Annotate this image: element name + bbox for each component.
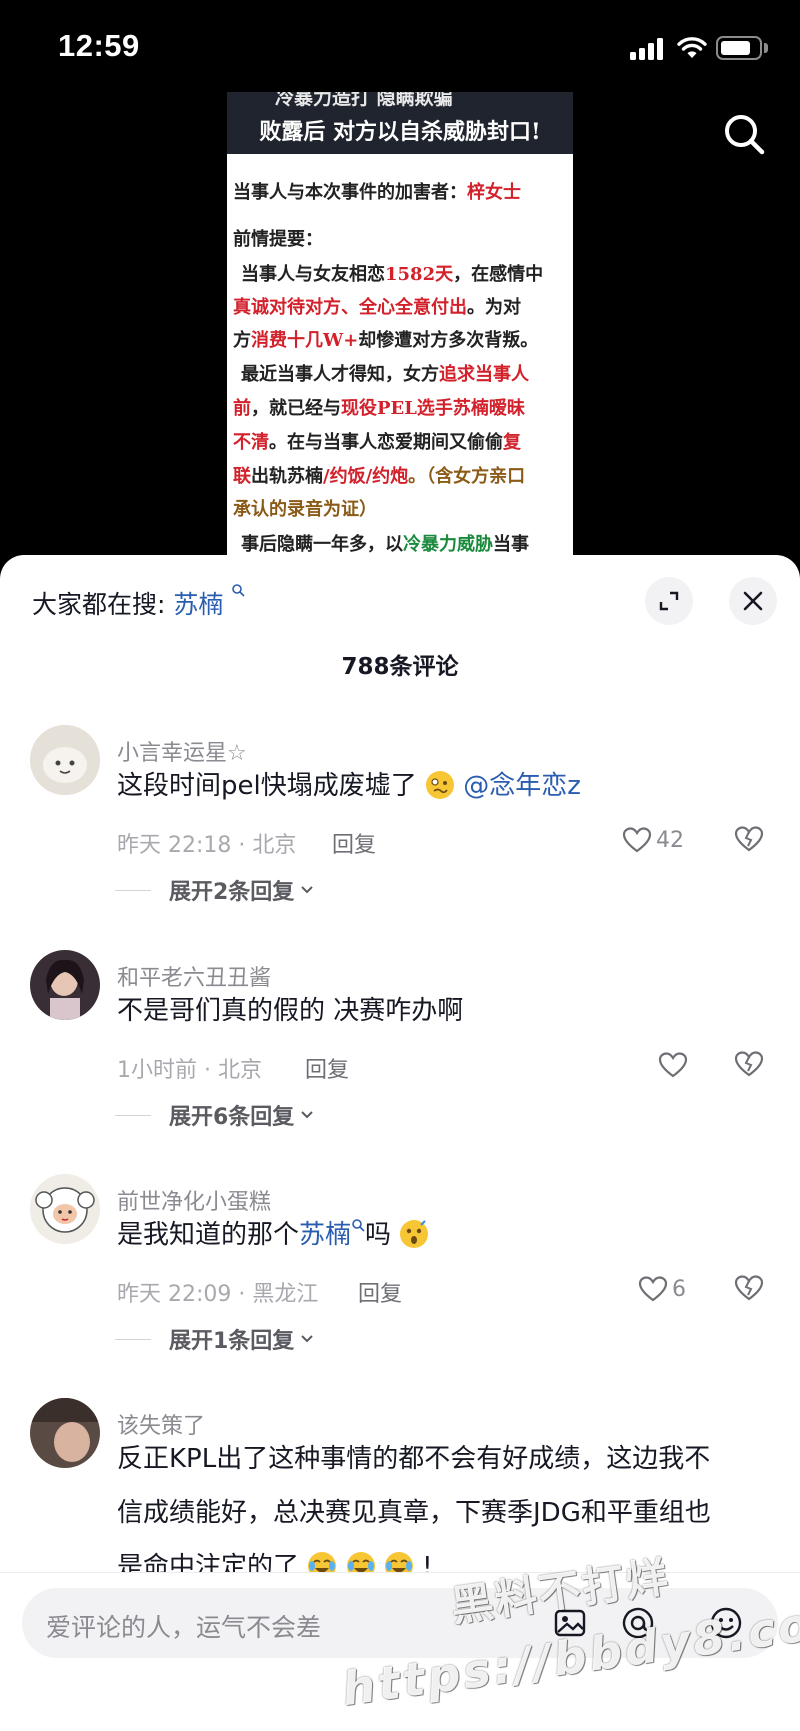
video-text-line: 承认的录音为证） — [233, 499, 377, 520]
chevron-down-icon — [301, 1111, 314, 1119]
video-text-line: 联出轨苏楠/约饭/约炮。（含女方亲口 — [233, 466, 526, 487]
shocked-emoji-icon — [400, 1219, 429, 1248]
video-text-line: 最近当事人才得知，女方追求当事人 — [241, 364, 529, 385]
comment-mention[interactable]: @念年恋z — [463, 771, 581, 801]
chevron-down-icon — [301, 886, 314, 894]
comment-meta: 昨天 22:09 · 黑龙江 — [117, 1282, 319, 1307]
search-icon[interactable] — [720, 110, 768, 158]
chevron-down-icon — [301, 1335, 314, 1343]
video-text-line: 真诚对待对方、全心全意付出。为对 — [233, 297, 521, 318]
search-suggestion[interactable]: 大家都在搜: 苏楠 — [32, 584, 245, 621]
reply-button[interactable]: 回复 — [332, 827, 376, 859]
wifi-icon — [677, 37, 707, 58]
avatar[interactable] — [30, 1398, 100, 1468]
comment-input-placeholder: 爱评论的人，运气不会差 — [46, 1613, 322, 1642]
video-content[interactable]: 冷暴力造打 隐瞒欺骗 败露后 对方以自杀威胁封口! 当事人与本次事件的加害者：梓… — [227, 92, 573, 562]
status-bar: 12:59 — [0, 0, 800, 95]
video-text-line: 不清。在与当事人恋爱期间又偷偷复 — [233, 432, 521, 453]
comment-text: 是我知道的那个苏楠 吗 — [117, 1208, 429, 1262]
heart-icon — [622, 827, 652, 853]
comment-input-bar: 爱评论的人，运气不会差 — [0, 1572, 800, 1731]
heart-icon — [638, 1276, 668, 1302]
search-suggestion-label: 大家都在搜: — [32, 590, 166, 619]
video-header: 冷暴力造打 隐瞒欺骗 败露后 对方以自杀威胁封口! — [227, 92, 573, 154]
heart-icon — [658, 1052, 688, 1078]
battery-level — [721, 41, 750, 55]
video-text-line: 方消费十几W+却惨遭对方多次背叛。 — [233, 330, 539, 351]
comments-sheet: 大家都在搜: 苏楠 788条评论 小言幸运星☆ 这段时间pel快塌成废墟了 @念… — [0, 555, 800, 1731]
video-text-line: 事后隐瞒一年多，以冷暴力威胁当事 — [241, 534, 529, 555]
search-mini-icon — [352, 1219, 365, 1232]
comment-meta: 1小时前 · 北京 — [117, 1058, 262, 1083]
reply-button[interactable]: 回复 — [358, 1276, 402, 1308]
avatar[interactable] — [30, 1174, 100, 1244]
comment-count: 788条评论 — [341, 654, 459, 680]
battery-icon — [716, 36, 762, 60]
video-text-line: 前，就已经与现役PEL选手苏楠暧昧 — [233, 398, 525, 419]
video-text-line: 当事人与本次事件的加害者：梓女士 — [233, 182, 521, 203]
like-button[interactable]: 42 — [622, 823, 684, 857]
dislike-button[interactable] — [734, 825, 764, 853]
reply-button[interactable]: 回复 — [305, 1052, 349, 1084]
video-top-text: 冷暴力造打 隐瞒欺骗 — [275, 92, 453, 109]
expand-replies-label: 展开1条回复 — [169, 1329, 295, 1354]
comment-text: 信成绩能好，总决赛见真章，下赛季JDG和平重组也 — [117, 1498, 711, 1528]
like-button[interactable]: 6 — [638, 1272, 686, 1306]
expand-replies-label: 展开6条回复 — [169, 1105, 295, 1130]
expand-icon — [659, 591, 679, 611]
search-mini-icon — [232, 584, 245, 597]
expand-replies[interactable]: 展开2条回复 — [115, 875, 316, 905]
woozy-emoji-icon — [426, 770, 454, 799]
close-icon — [743, 591, 763, 611]
avatar[interactable] — [30, 950, 100, 1020]
video-text-line: 前情提要： — [233, 229, 323, 250]
comment-input[interactable]: 爱评论的人，运气不会差 — [22, 1588, 778, 1658]
cellular-signal-icon — [630, 38, 664, 60]
status-time: 12:59 — [58, 28, 140, 63]
like-button[interactable] — [658, 1048, 688, 1082]
image-icon[interactable] — [552, 1605, 588, 1641]
dislike-button[interactable] — [734, 1050, 764, 1078]
comment-text: 不是哥们真的假的 决赛咋办啊 — [117, 996, 464, 1026]
expand-replies-label: 展开2条回复 — [169, 880, 295, 905]
expand-replies[interactable]: 展开6条回复 — [115, 1100, 316, 1130]
avatar[interactable] — [30, 725, 100, 795]
mention-icon[interactable] — [620, 1605, 656, 1641]
like-count: 6 — [672, 1276, 686, 1302]
comment-text: 反正KPL出了这种事情的都不会有好成绩，这边我不 — [117, 1444, 711, 1474]
comment-meta: 昨天 22:18 · 北京 — [117, 833, 297, 858]
expand-replies[interactable]: 展开1条回复 — [115, 1324, 316, 1354]
dislike-button[interactable] — [734, 1274, 764, 1302]
expand-sheet-button[interactable] — [645, 577, 693, 625]
emoji-icon[interactable] — [708, 1605, 744, 1641]
comment-keyword-link[interactable]: 苏楠 — [299, 1220, 351, 1250]
comment-text: 这段时间pel快塌成废墟了 @念年恋z — [117, 770, 581, 801]
battery-cap — [764, 43, 768, 53]
close-button[interactable] — [729, 577, 777, 625]
video-headline: 败露后 对方以自杀威胁封口! — [259, 119, 541, 145]
video-text-line: 当事人与女友相恋1582天，在感情中 — [241, 264, 544, 285]
search-suggestion-keyword[interactable]: 苏楠 — [173, 590, 223, 619]
like-count: 42 — [656, 827, 684, 853]
